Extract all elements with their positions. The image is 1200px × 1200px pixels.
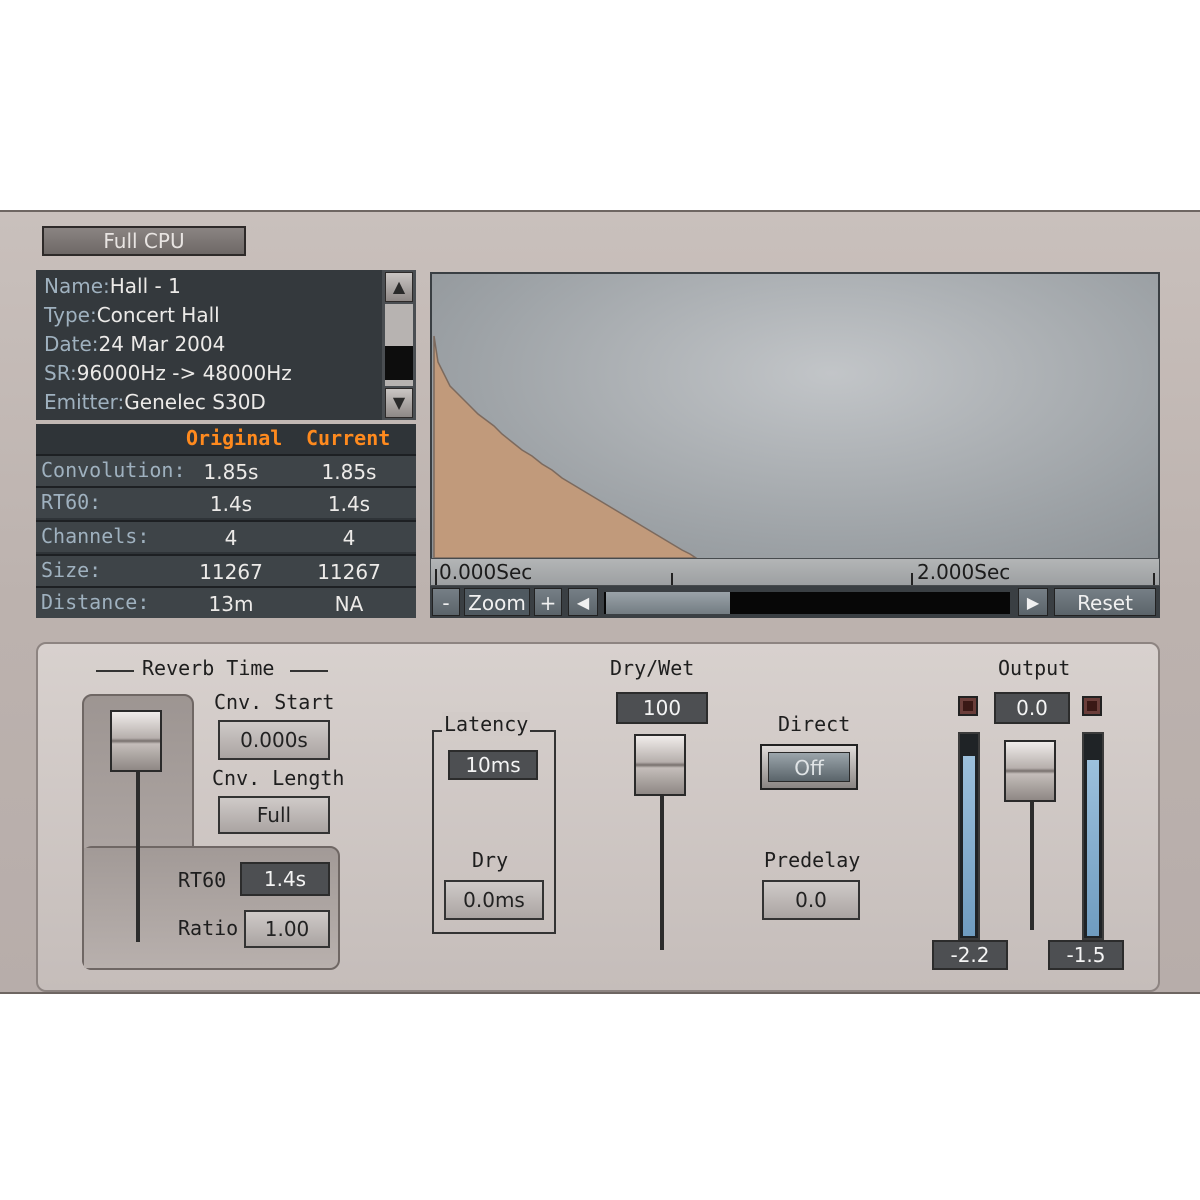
time-start-label: 0.000Sec [439,560,533,584]
latency-dry-field[interactable]: 0.0ms [444,880,544,920]
scroll-up-icon[interactable]: ▲ [385,272,413,302]
dry-wet-value[interactable]: 100 [616,692,708,724]
output-fader-track[interactable] [1030,794,1034,930]
zoom-toolbar: - Zoom + ◀ ▶ Reset [430,586,1160,618]
right-output-meter [1082,732,1104,940]
direct-label: Direct [778,712,851,736]
title-rule [96,670,134,672]
scroll-right-icon[interactable]: ▶ [1018,588,1048,616]
right-meter-fill [1087,760,1099,936]
predelay-label: Predelay [764,848,861,872]
info-row-emitter: Emitter:Genelec S30D [44,390,266,414]
table-row: Distance: 13m NA [36,586,416,618]
time-ruler: 0.000Sec 2.000Sec [430,558,1160,586]
reverb-time-title: Reverb Time [142,656,275,680]
cnv-start-field[interactable]: 0.000s [218,720,330,760]
right-meter-readout: -1.5 [1048,940,1124,970]
latency-title: Latency [442,712,531,736]
info-row-date: Date:24 Mar 2004 [44,332,226,356]
impulse-info-panel: Name:Hall - 1 Type:Concert Hall Date:24 … [36,270,382,420]
dry-wet-fader-knob[interactable] [634,734,686,796]
direct-toggle-button[interactable]: Off [768,752,850,782]
header-current: Current [306,426,391,450]
zoom-out-button[interactable]: - [432,588,460,616]
waveform-graph [433,335,698,558]
scroll-left-icon[interactable]: ◀ [568,588,598,616]
cnv-length-label: Cnv. Length [212,766,345,790]
convolution-reverb-plugin: Full CPU Name:Hall - 1 Type:Concert Hall… [0,210,1200,994]
scroll-down-icon[interactable]: ▼ [385,388,413,418]
info-row-type: Type:Concert Hall [44,303,220,327]
ratio-field[interactable]: 1.00 [244,910,330,948]
title-rule [290,670,328,672]
tick-mark [671,573,673,585]
zoom-in-button[interactable]: + [534,588,562,616]
left-meter-readout: -2.2 [932,940,1008,970]
ratio-label: Ratio [178,916,239,940]
waveform-envelope [433,335,698,558]
predelay-field[interactable]: 0.0 [762,880,860,920]
rt60-label: RT60 [178,868,227,892]
impulse-waveform-display[interactable] [430,272,1160,560]
cnv-start-label: Cnv. Start [214,690,335,714]
tick-mark [1153,573,1155,585]
reverb-time-fader-knob[interactable] [110,710,162,772]
dry-wet-label: Dry/Wet [610,656,695,680]
right-clip-indicator[interactable] [1082,696,1102,716]
output-label: Output [998,656,1071,680]
table-row: RT60: 1.4s 1.4s [36,486,416,518]
table-row: Size: 11267 11267 [36,554,416,586]
tick-mark [911,573,913,585]
info-row-name: Name:Hall - 1 [44,274,181,298]
rt60-field[interactable]: 1.4s [240,862,330,896]
output-fader-knob[interactable] [1004,740,1056,802]
table-row: Channels: 4 4 [36,520,416,552]
scroll-thumb[interactable] [385,346,413,380]
zoom-label: Zoom [464,588,530,616]
zoom-scroll-thumb[interactable] [606,592,730,614]
zoom-scroll-track[interactable] [604,592,1010,614]
impulse-stats-table: Original Current Convolution: 1.85s 1.85… [36,424,416,618]
left-output-meter [958,732,980,940]
direct-button-frame[interactable]: Off [760,744,858,790]
left-meter-fill [963,756,975,936]
latency-dry-label: Dry [472,848,509,872]
controls-panel: Reverb Time Cnv. Start 0.000s Cnv. Lengt… [36,642,1160,992]
header-original: Original [186,426,283,450]
info-row-sr: SR:96000Hz -> 48000Hz [44,361,292,385]
time-mid-label: 2.000Sec [917,560,1011,584]
full-cpu-button[interactable]: Full CPU [42,226,246,256]
info-scrollbar[interactable]: ▲ ▼ [382,270,416,420]
cnv-length-field[interactable]: Full [218,796,330,834]
left-clip-indicator[interactable] [958,696,978,716]
output-gain-value[interactable]: 0.0 [994,692,1070,724]
reset-button[interactable]: Reset [1054,588,1156,616]
latency-value[interactable]: 10ms [448,750,538,780]
table-row: Convolution: 1.85s 1.85s [36,454,416,486]
tick-mark [435,569,437,585]
